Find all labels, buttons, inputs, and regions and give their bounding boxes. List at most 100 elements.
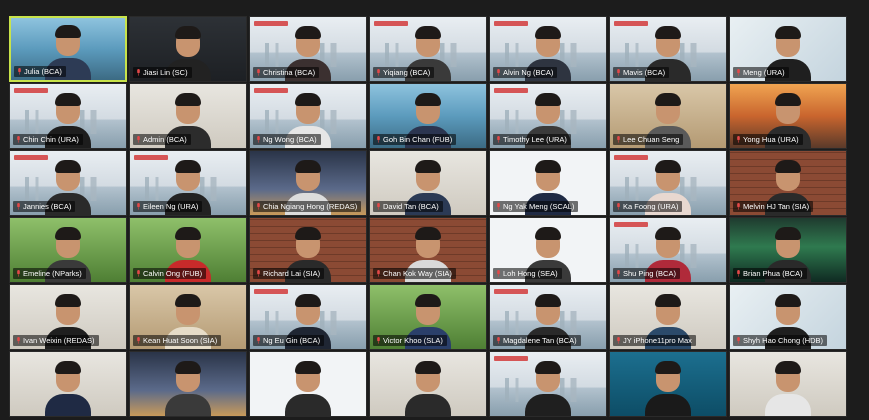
participant-name-label: Jannies (BCA)	[13, 201, 76, 212]
participant-tile[interactable]: Yiqiang (BCA)	[369, 16, 487, 82]
participant-hair	[655, 93, 681, 106]
participant-tile[interactable]: Eileen Ng (URA)	[129, 150, 247, 216]
participant-tile[interactable]: Loh Hong (SEA)	[489, 217, 607, 283]
participant-tile[interactable]: Kean Huat Soon (SIA)	[129, 284, 247, 350]
participant-name-label: Brian Phua (BCA)	[733, 268, 807, 279]
participant-name: Goh Bin Chan (FUB)	[383, 135, 453, 144]
participant-tile[interactable]: Calvin Ong (FUB)	[129, 217, 247, 283]
participant-tile[interactable]: Alvin Ng (BCA)	[489, 16, 607, 82]
muted-mic-icon	[136, 270, 141, 277]
muted-mic-icon	[376, 136, 381, 143]
participant-tile[interactable]: Ka Foong (URA)	[609, 150, 727, 216]
participant-video	[765, 358, 811, 416]
participant-hair	[535, 160, 561, 173]
participant-tile[interactable]: Yong Hua (URA)	[729, 83, 847, 149]
participant-body	[165, 394, 211, 416]
participant-tile[interactable]: Brian Phua (BCA)	[729, 217, 847, 283]
participant-tile[interactable]: JY iPhone11pro Max	[609, 284, 727, 350]
participant-tile[interactable]: Ng Wong (BCA)	[249, 83, 367, 149]
participant-tile[interactable]: Christina (BCA)	[249, 16, 367, 82]
participant-name-label: Yong Hua (URA)	[733, 134, 803, 145]
participant-tile[interactable]: Chin Chin (URA)	[9, 83, 127, 149]
participant-video	[45, 358, 91, 416]
participant-hair	[175, 93, 201, 106]
participant-name: Chia Ngiang Hong (REDAS)	[263, 202, 358, 211]
participant-tile[interactable]	[9, 351, 127, 417]
muted-mic-icon	[136, 136, 141, 143]
participant-video	[405, 358, 451, 416]
participant-name: Christina (BCA)	[263, 68, 316, 77]
muted-mic-icon	[736, 337, 741, 344]
muted-mic-icon	[496, 337, 501, 344]
participant-hair	[775, 227, 801, 240]
muted-mic-icon	[616, 203, 621, 210]
muted-mic-icon	[736, 69, 741, 76]
participant-hair	[415, 227, 441, 240]
participant-hair	[295, 93, 321, 106]
participant-tile[interactable]	[729, 351, 847, 417]
participant-name: Ng Eu Gin (BCA)	[263, 336, 321, 345]
participant-name: Timothy Lee (URA)	[503, 135, 567, 144]
participant-name: Magdalene Tan (BCA)	[503, 336, 577, 345]
participant-tile[interactable]: Mavis (BCA)	[609, 16, 727, 82]
participant-name-label: Timothy Lee (URA)	[493, 134, 571, 145]
participant-tile[interactable]: Victor Khoo (SLA)	[369, 284, 487, 350]
participant-tile[interactable]: Jiasi Lin (SC)	[129, 16, 247, 82]
muted-mic-icon	[496, 69, 501, 76]
participant-tile[interactable]: Emeline (NParks)	[9, 217, 127, 283]
participant-name-label: Richard Lai (SIA)	[253, 268, 325, 279]
participant-tile[interactable]	[249, 351, 367, 417]
participant-name: Yong Hua (URA)	[743, 135, 799, 144]
muted-mic-icon	[16, 136, 21, 143]
participant-name-label: JY iPhone11pro Max	[613, 335, 696, 346]
participant-tile[interactable]: Julia (BCA)	[9, 16, 127, 82]
participant-tile[interactable]	[369, 351, 487, 417]
participant-hair	[55, 93, 81, 106]
participant-tile[interactable]	[609, 351, 727, 417]
participant-tile[interactable]: Richard Lai (SIA)	[249, 217, 367, 283]
muted-mic-icon	[16, 270, 21, 277]
muted-mic-icon	[376, 337, 381, 344]
muted-mic-icon	[376, 270, 381, 277]
participant-tile[interactable]: Ng Yak Meng (SCAL)	[489, 150, 607, 216]
participant-hair	[535, 93, 561, 106]
participant-hair	[775, 93, 801, 106]
participant-name: Eileen Ng (URA)	[143, 202, 199, 211]
participant-tile[interactable]: Lee Chuan Seng	[609, 83, 727, 149]
participant-hair	[655, 361, 681, 374]
participant-tile[interactable]: Shyh Hao Chong (HDB)	[729, 284, 847, 350]
muted-mic-icon	[496, 270, 501, 277]
participant-name-label: Chan Kok Way (SIA)	[373, 268, 456, 279]
participant-tile[interactable]: David Tan (BCA)	[369, 150, 487, 216]
participant-name-label: Alvin Ng (BCA)	[493, 67, 558, 78]
muted-mic-icon	[496, 136, 501, 143]
participant-tile[interactable]: Shu Ping (BCA)	[609, 217, 727, 283]
participant-hair	[775, 160, 801, 173]
participant-name-label: Lee Chuan Seng	[613, 134, 684, 145]
participant-tile[interactable]: Melvin HJ Tan (SIA)	[729, 150, 847, 216]
participant-hair	[175, 227, 201, 240]
participant-tile[interactable]: Magdalene Tan (BCA)	[489, 284, 607, 350]
participant-hair	[175, 160, 201, 173]
participant-tile[interactable]: Jannies (BCA)	[9, 150, 127, 216]
participant-tile[interactable]: Ivan Weixin (REDAS)	[9, 284, 127, 350]
participant-tile[interactable]: Ng Eu Gin (BCA)	[249, 284, 367, 350]
participant-tile[interactable]: Chia Ngiang Hong (REDAS)	[249, 150, 367, 216]
participant-hair	[655, 26, 681, 39]
participant-name-label: Julia (BCA)	[14, 66, 66, 77]
participant-name-label: Ng Yak Meng (SCAL)	[493, 201, 579, 212]
participant-name-label: Emeline (NParks)	[13, 268, 86, 279]
participant-tile[interactable]	[489, 351, 607, 417]
participant-tile[interactable]: Timothy Lee (URA)	[489, 83, 607, 149]
participant-tile[interactable]	[129, 351, 247, 417]
participant-name: JY iPhone11pro Max	[623, 336, 692, 345]
participant-name-label: Shu Ping (BCA)	[613, 268, 680, 279]
participant-name: Melvin HJ Tan (SIA)	[743, 202, 810, 211]
participant-tile[interactable]: Admin (BCA)	[129, 83, 247, 149]
muted-mic-icon	[616, 337, 621, 344]
participant-name: Lee Chuan Seng	[623, 135, 680, 144]
participant-hair	[655, 227, 681, 240]
participant-tile[interactable]: Chan Kok Way (SIA)	[369, 217, 487, 283]
participant-tile[interactable]: Meng (URA)	[729, 16, 847, 82]
participant-tile[interactable]: Goh Bin Chan (FUB)	[369, 83, 487, 149]
